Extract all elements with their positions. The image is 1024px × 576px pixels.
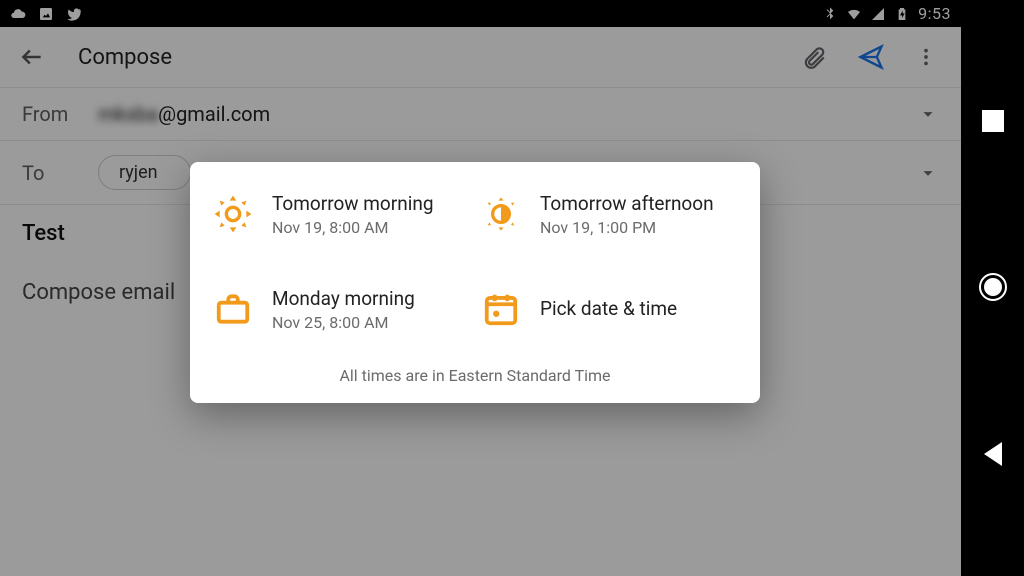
option-monday-morning[interactable]: Monday morning Nov 25, 8:00 AM xyxy=(212,287,470,332)
sun-icon xyxy=(212,193,254,235)
option-subtitle: Nov 25, 8:00 AM xyxy=(272,313,415,332)
nav-recent-icon[interactable] xyxy=(982,110,1004,132)
phone-content: 9:53 Compose From xyxy=(0,0,961,576)
option-title: Tomorrow morning xyxy=(272,192,433,216)
option-title: Monday morning xyxy=(272,287,415,311)
android-nav-bar xyxy=(961,0,1024,576)
sun-half-icon xyxy=(480,193,522,235)
calendar-icon xyxy=(480,288,522,330)
option-tomorrow-morning[interactable]: Tomorrow morning Nov 19, 8:00 AM xyxy=(212,192,470,237)
dialog-footer: All times are in Eastern Standard Time xyxy=(212,366,738,385)
option-title: Pick date & time xyxy=(540,297,677,321)
nav-home-icon[interactable] xyxy=(979,273,1007,301)
nav-back-icon[interactable] xyxy=(984,442,1002,466)
option-pick-date-time[interactable]: Pick date & time xyxy=(480,287,738,332)
briefcase-icon xyxy=(212,288,254,330)
option-tomorrow-afternoon[interactable]: Tomorrow afternoon Nov 19, 1:00 PM xyxy=(480,192,738,237)
option-subtitle: Nov 19, 8:00 AM xyxy=(272,218,433,237)
schedule-send-dialog: Tomorrow morning Nov 19, 8:00 AM Tomorro… xyxy=(190,162,760,403)
option-title: Tomorrow afternoon xyxy=(540,192,714,216)
option-subtitle: Nov 19, 1:00 PM xyxy=(540,218,714,237)
